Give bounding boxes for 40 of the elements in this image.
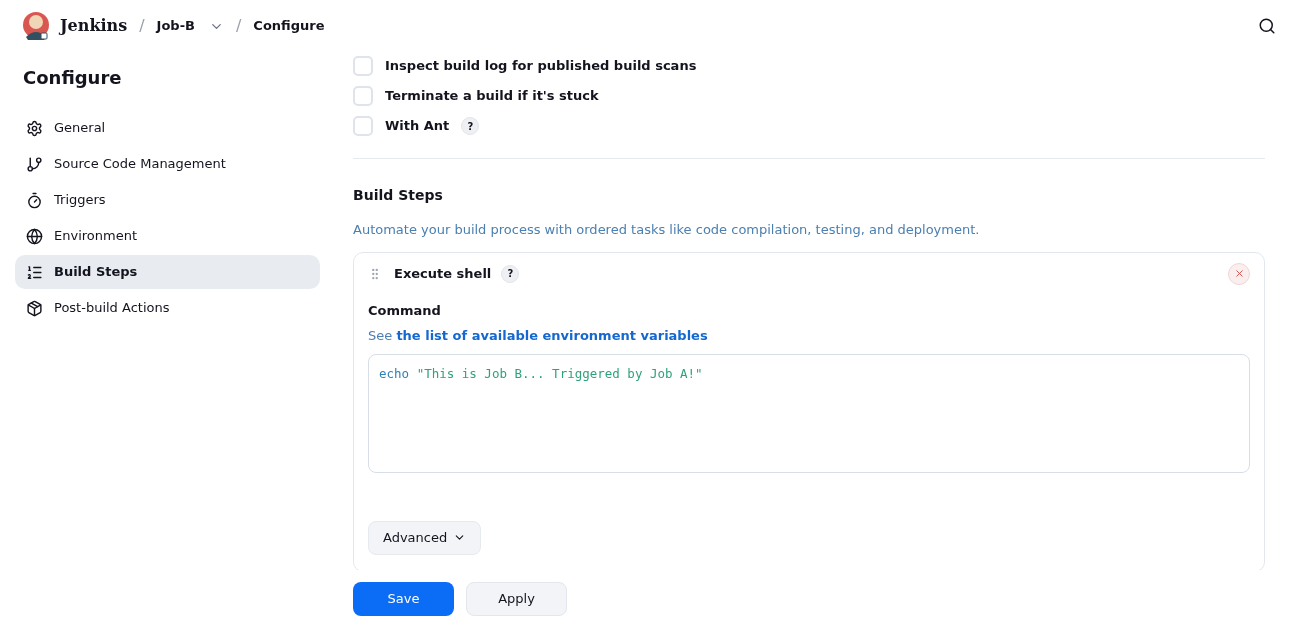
checkbox[interactable] [353,86,373,106]
brand-name[interactable]: Jenkins [60,14,128,38]
close-icon [1233,268,1245,279]
checkbox[interactable] [353,56,373,76]
sidebar-item[interactable]: Source Code Management [15,147,320,181]
sidebar-item[interactable]: Environment [15,219,320,253]
checkbox-label[interactable]: Inspect build log for published build scans [385,56,697,76]
environment-variables-link[interactable]: the list of available environment variables [396,328,708,343]
sidebar-item[interactable]: Post-build Actions [15,291,320,325]
branch-icon [26,155,43,173]
field-label: Command [368,301,442,320]
breadcrumb-separator: / [235,15,242,37]
sidebar-item[interactable]: Triggers [15,183,320,217]
step-title: Execute shell [394,264,492,283]
breadcrumb-separator: / [139,15,145,37]
sidebar-item[interactable]: General [15,111,320,145]
section-title: Build Steps [353,186,444,205]
package-icon [26,299,43,317]
save-button[interactable]: Save [353,582,454,616]
field-hint: See the list of available environment variables [368,327,709,345]
delete-step-button[interactable] [1228,262,1250,285]
checkbox-label[interactable]: Terminate a build if it's stuck [385,86,599,106]
command-field[interactable]: echo "This is Job B... Triggered by Job A!" [368,353,1250,473]
checkbox-label[interactable]: With Ant [385,116,450,136]
globe-icon [26,227,43,245]
gear-icon [26,119,43,137]
checkbox[interactable] [353,116,373,136]
timer-icon [26,191,43,209]
breadcrumb-link[interactable]: Configure [253,16,325,36]
section-description: Automate your build process with ordered tasks like code compilation, testing, and deployment. [353,221,981,239]
list-icon [26,263,43,281]
advanced-button[interactable]: Advanced [368,520,482,555]
search-icon[interactable] [1258,17,1276,35]
apply-button[interactable]: Apply [466,582,567,616]
sidebar-item[interactable]: Build Steps [15,255,320,289]
help-button[interactable]: ? [461,117,480,135]
butler-logo-icon [22,11,50,41]
help-button[interactable]: ? [501,264,520,283]
page-title: Configure [22,66,123,90]
breadcrumb-link[interactable]: Job-B [156,16,195,36]
